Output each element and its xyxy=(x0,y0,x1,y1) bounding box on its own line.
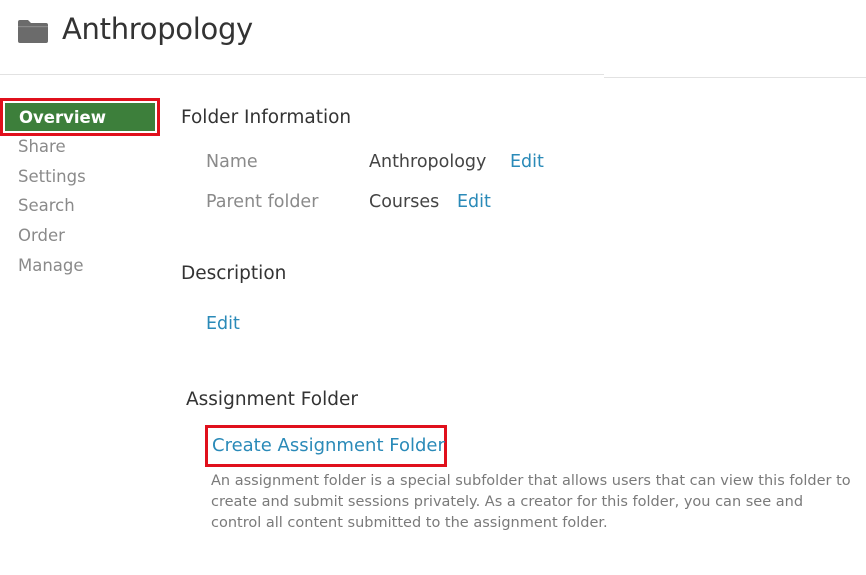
name-label: Name xyxy=(206,152,258,172)
page-title: Anthropology xyxy=(62,12,253,46)
name-value: Anthropology xyxy=(369,152,487,172)
description-heading: Description xyxy=(181,263,287,284)
page-header: Anthropology xyxy=(0,0,866,78)
sidebar-item-share[interactable]: Share xyxy=(18,136,66,158)
assignment-folder-heading: Assignment Folder xyxy=(186,389,358,410)
edit-parent-folder-link[interactable]: Edit xyxy=(457,190,491,214)
edit-description-link[interactable]: Edit xyxy=(206,312,240,336)
sidebar-item-order[interactable]: Order xyxy=(18,225,65,247)
sidebar-item-search[interactable]: Search xyxy=(18,195,75,217)
sidebar-item-overview[interactable]: Overview xyxy=(0,98,160,136)
assignment-folder-help-text: An assignment folder is a special subfol… xyxy=(211,473,851,531)
folder-icon xyxy=(18,20,48,43)
parent-folder-value: Courses xyxy=(369,192,440,212)
header-divider xyxy=(0,74,604,75)
folder-information-heading: Folder Information xyxy=(181,107,352,128)
sidebar-item-label: Overview xyxy=(19,108,106,127)
header-divider-right xyxy=(604,77,866,78)
sidebar-item-settings[interactable]: Settings xyxy=(18,166,86,188)
sidebar-item-manage[interactable]: Manage xyxy=(18,255,84,277)
edit-name-link[interactable]: Edit xyxy=(510,150,544,174)
create-assignment-folder-button[interactable]: Create Assignment Folder xyxy=(205,425,447,467)
create-assignment-folder-label: Create Assignment Folder xyxy=(212,435,445,456)
parent-folder-label: Parent folder xyxy=(206,192,319,212)
